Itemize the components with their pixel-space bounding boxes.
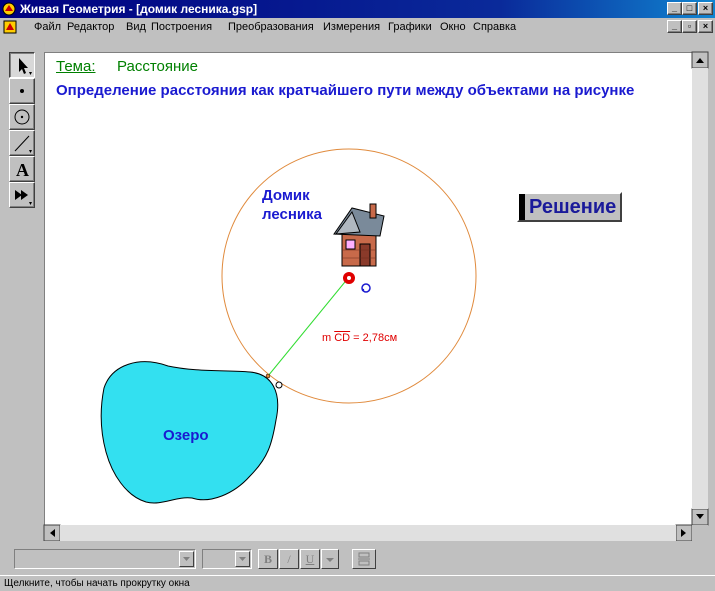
font-family-select[interactable] bbox=[14, 549, 196, 569]
vertical-scrollbar[interactable] bbox=[692, 68, 708, 509]
point-lake-edge[interactable] bbox=[275, 381, 283, 389]
lake-label: Озеро bbox=[163, 427, 209, 444]
symbol-button[interactable] bbox=[352, 549, 376, 569]
text-format-toolbar: B / U bbox=[0, 541, 715, 575]
solution-button[interactable]: Решение bbox=[517, 192, 623, 222]
underline-button[interactable]: U bbox=[300, 549, 320, 569]
house-label: Домик лесника bbox=[262, 187, 322, 223]
color-dropdown-icon bbox=[326, 558, 334, 562]
bold-button[interactable]: B bbox=[258, 549, 278, 569]
italic-button[interactable]: / bbox=[279, 549, 299, 569]
distance-measurement[interactable]: m CD = 2,78см bbox=[322, 332, 397, 344]
text-color-button[interactable] bbox=[321, 549, 339, 569]
font-size-select[interactable] bbox=[202, 549, 252, 569]
scroll-corner bbox=[692, 525, 708, 541]
sketch-subtitle: Определение расстояния как кратчайшего п… bbox=[56, 82, 635, 99]
segment-cd[interactable] bbox=[267, 276, 350, 377]
fraction-icon bbox=[358, 552, 370, 566]
house-icon[interactable] bbox=[333, 203, 385, 267]
horizontal-scrollbar[interactable] bbox=[60, 525, 676, 541]
topic-value: Расстояние bbox=[117, 58, 199, 75]
status-bar: Щелкните, чтобы начать прокрутку окна bbox=[0, 575, 715, 591]
chevron-down-icon[interactable] bbox=[179, 551, 194, 567]
point-d[interactable] bbox=[265, 373, 271, 379]
app-window: Живая Геометрия - [домик лесника.gsp] _ … bbox=[0, 0, 715, 591]
topic-label: Тема: bbox=[56, 58, 96, 75]
chevron-down-icon[interactable] bbox=[235, 551, 250, 567]
